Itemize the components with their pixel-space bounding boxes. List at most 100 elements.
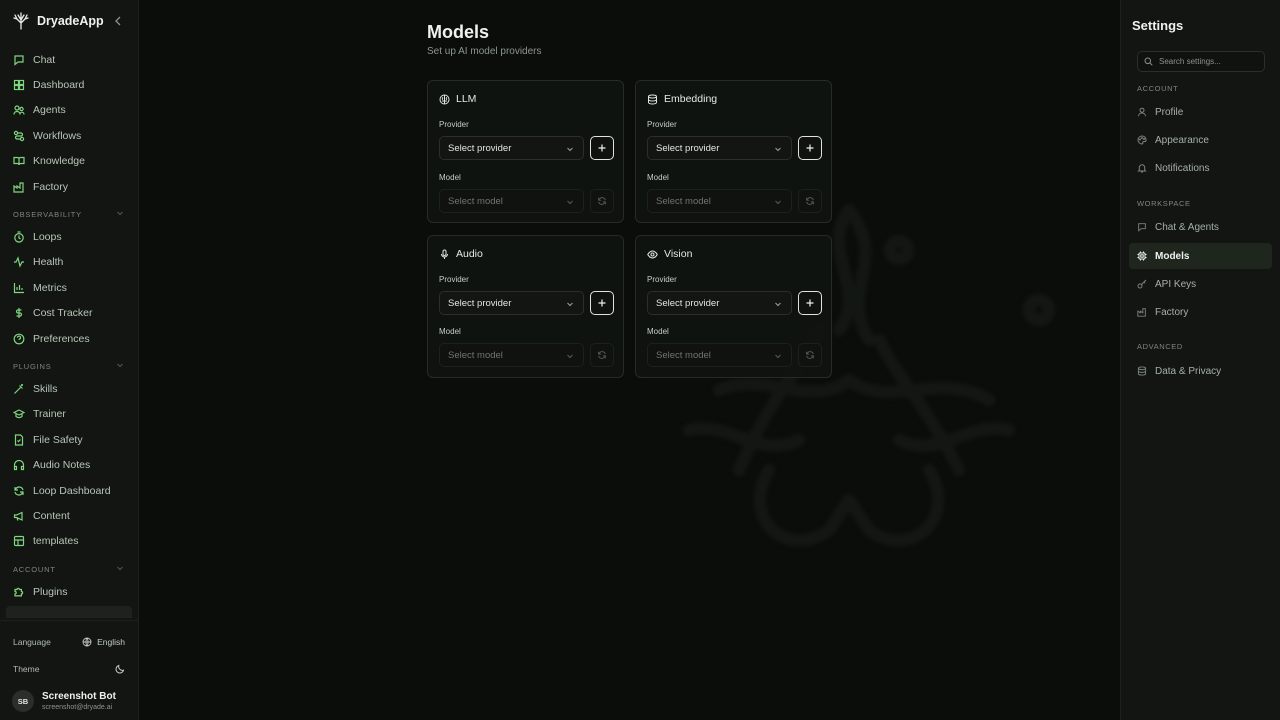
nav-item-settings-partial[interactable] bbox=[6, 606, 132, 619]
nav-label: Agents bbox=[33, 104, 66, 117]
model-select[interactable]: Select model bbox=[439, 189, 584, 213]
model-value: Select model bbox=[656, 349, 711, 361]
add-provider-button[interactable] bbox=[590, 291, 614, 315]
cpu-icon bbox=[1137, 251, 1147, 261]
settings-item-factory[interactable]: Factory bbox=[1129, 299, 1272, 325]
left-sidebar: DryadeApp Chat Dashboard Agents Workflow… bbox=[0, 0, 139, 720]
chat-icon bbox=[13, 54, 25, 66]
chevron-down-icon bbox=[116, 361, 124, 369]
nav-label: File Safety bbox=[33, 433, 83, 446]
user-info: Screenshot Bot screenshot@dryade.ai bbox=[42, 691, 116, 711]
refresh-icon bbox=[597, 196, 607, 206]
settings-item-api-keys[interactable]: API Keys bbox=[1129, 271, 1272, 297]
nav-item-metrics[interactable]: Metrics bbox=[0, 275, 138, 300]
mic-icon bbox=[439, 249, 450, 260]
nav-label: Chat bbox=[33, 53, 56, 66]
refresh-models-button[interactable] bbox=[798, 189, 822, 213]
main-content: Models Set up AI model providers LLM Pro… bbox=[139, 0, 1120, 720]
nav-item-agents[interactable]: Agents bbox=[0, 98, 138, 123]
nav-item-loop-dashboard[interactable]: Loop Dashboard bbox=[0, 478, 138, 503]
provider-select[interactable]: Select provider bbox=[439, 136, 584, 160]
nav-item-skills[interactable]: Skills bbox=[0, 376, 138, 401]
refresh-models-button[interactable] bbox=[590, 343, 614, 367]
nav-item-preferences[interactable]: Preferences bbox=[0, 326, 138, 351]
wand-icon bbox=[13, 383, 25, 395]
nav-item-dashboard[interactable]: Dashboard bbox=[0, 72, 138, 97]
add-provider-button[interactable] bbox=[798, 136, 822, 160]
chat-icon bbox=[1137, 222, 1147, 232]
model-select[interactable]: Select model bbox=[439, 343, 584, 367]
section-account[interactable]: ACCOUNT bbox=[0, 554, 138, 579]
nav-item-factory[interactable]: Factory bbox=[0, 174, 138, 199]
database-icon bbox=[647, 94, 658, 105]
settings-section-advanced: ADVANCED bbox=[1137, 342, 1183, 351]
settings-item-profile[interactable]: Profile bbox=[1129, 99, 1272, 125]
nav-item-templates[interactable]: templates bbox=[0, 529, 138, 554]
language-row[interactable]: Language English bbox=[0, 628, 138, 655]
factory-icon bbox=[1137, 307, 1147, 317]
nav-item-cost-tracker[interactable]: Cost Tracker bbox=[0, 301, 138, 326]
model-select[interactable]: Select model bbox=[647, 343, 792, 367]
nav-item-audio-notes[interactable]: Audio Notes bbox=[0, 452, 138, 477]
model-label: Model bbox=[647, 327, 669, 336]
card-header: LLM bbox=[439, 93, 476, 105]
provider-label: Provider bbox=[439, 120, 469, 129]
nav-label: Metrics bbox=[33, 281, 67, 294]
nav-item-trainer[interactable]: Trainer bbox=[0, 402, 138, 427]
timer-icon bbox=[13, 231, 25, 243]
section-observability[interactable]: OBSERVABILITY bbox=[0, 199, 138, 224]
chevron-down-icon bbox=[566, 145, 574, 153]
agents-icon bbox=[13, 104, 25, 116]
section-plugins[interactable]: PLUGINS bbox=[0, 351, 138, 376]
template-icon bbox=[13, 535, 25, 547]
nav-label: Trainer bbox=[33, 408, 66, 421]
nav-item-plugins[interactable]: Plugins bbox=[0, 579, 138, 604]
settings-item-notifications[interactable]: Notifications bbox=[1129, 155, 1272, 181]
chevron-down-icon bbox=[566, 352, 574, 360]
nav-label: Skills bbox=[33, 382, 58, 395]
nav-item-health[interactable]: Health bbox=[0, 250, 138, 275]
provider-value: Select provider bbox=[656, 142, 720, 154]
refresh-icon bbox=[597, 350, 607, 360]
chevron-down-icon bbox=[566, 300, 574, 308]
settings-item-models[interactable]: Models bbox=[1129, 243, 1272, 269]
settings-item-label: Notifications bbox=[1155, 162, 1210, 174]
add-provider-button[interactable] bbox=[798, 291, 822, 315]
nav-item-workflows[interactable]: Workflows bbox=[0, 123, 138, 148]
settings-item-label: Models bbox=[1155, 250, 1190, 262]
section-label: ACCOUNT bbox=[13, 565, 56, 575]
settings-search-input[interactable]: Search settings... bbox=[1137, 51, 1265, 72]
nav-item-file-safety[interactable]: File Safety bbox=[0, 427, 138, 452]
activity-icon bbox=[13, 256, 25, 269]
model-select[interactable]: Select model bbox=[647, 189, 792, 213]
settings-item-label: Chat & Agents bbox=[1155, 221, 1219, 233]
theme-row[interactable]: Theme bbox=[0, 655, 138, 682]
user-name: Screenshot Bot bbox=[42, 691, 116, 702]
dashboard-icon bbox=[13, 79, 25, 91]
card-header: Audio bbox=[439, 248, 483, 260]
nav-item-content[interactable]: Content bbox=[0, 503, 138, 528]
main-nav: Chat Dashboard Agents Workflows Knowledg… bbox=[0, 42, 138, 620]
refresh-models-button[interactable] bbox=[590, 189, 614, 213]
card-title: Vision bbox=[664, 248, 693, 260]
nav-item-chat[interactable]: Chat bbox=[0, 47, 138, 72]
refresh-models-button[interactable] bbox=[798, 343, 822, 367]
add-provider-button[interactable] bbox=[590, 136, 614, 160]
help-circle-icon bbox=[13, 333, 25, 345]
settings-item-appearance[interactable]: Appearance bbox=[1129, 127, 1272, 153]
section-label: OBSERVABILITY bbox=[13, 210, 82, 220]
provider-select[interactable]: Select provider bbox=[439, 291, 584, 315]
user-profile[interactable]: SB Screenshot Bot screenshot@dryade.ai bbox=[0, 682, 138, 720]
nav-item-knowledge[interactable]: Knowledge bbox=[0, 149, 138, 174]
settings-item-chat-agents[interactable]: Chat & Agents bbox=[1129, 214, 1272, 240]
provider-select[interactable]: Select provider bbox=[647, 291, 792, 315]
brain-icon bbox=[439, 94, 450, 105]
collapse-sidebar-icon[interactable] bbox=[112, 14, 124, 28]
nav-item-loops[interactable]: Loops bbox=[0, 224, 138, 249]
moon-icon[interactable] bbox=[115, 664, 125, 674]
settings-item-data-privacy[interactable]: Data & Privacy bbox=[1129, 358, 1272, 384]
language-selector[interactable]: English bbox=[82, 637, 125, 647]
settings-item-label: Data & Privacy bbox=[1155, 365, 1222, 377]
model-card-audio: Audio Provider Select provider Model Sel… bbox=[427, 235, 624, 378]
provider-select[interactable]: Select provider bbox=[647, 136, 792, 160]
